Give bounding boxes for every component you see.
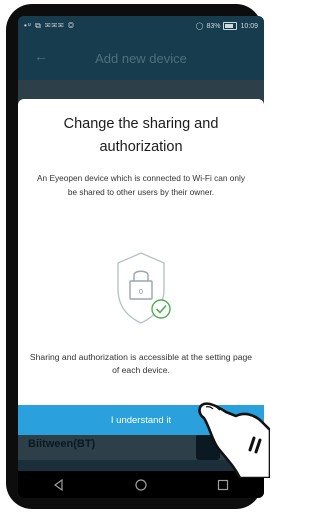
info-dialog: Change the sharing and authorization An … — [18, 99, 264, 405]
dialog-footer: Sharing and authorization is accessible … — [29, 352, 253, 375]
status-bar: •ᵘ ⧉ ✉✉✉ ◎ ◯ 83% 10:09 — [18, 16, 264, 36]
app-bar: ← Add new device — [18, 36, 264, 80]
pointing-hand-icon — [196, 388, 272, 480]
dialog-body: An Eyeopen device which is connected to … — [37, 173, 245, 197]
clock: 10:09 — [240, 22, 258, 30]
battery-fill — [225, 24, 234, 28]
alarm-icon: ◯ — [195, 23, 204, 30]
status-left-icons: •ᵘ ⧉ ✉✉✉ ◎ — [24, 21, 76, 30]
battery-percent: 83% — [206, 22, 221, 30]
arrow-left-icon[interactable]: ← — [34, 48, 48, 64]
app-bar-title: Add new device — [95, 50, 187, 66]
lock-digit: 0 — [139, 289, 143, 296]
shield-lock-check-icon: 0 — [18, 249, 264, 329]
background-device-label: Biitween(BT) — [28, 438, 96, 450]
triangle-back-icon[interactable] — [39, 475, 79, 495]
status-right: ◯ 83% 10:09 — [196, 22, 258, 30]
dialog-title: Change the sharing and authorization — [63, 116, 219, 155]
circle-home-icon[interactable] — [121, 475, 161, 495]
check-circle-icon — [151, 299, 171, 319]
battery-icon — [223, 22, 238, 30]
